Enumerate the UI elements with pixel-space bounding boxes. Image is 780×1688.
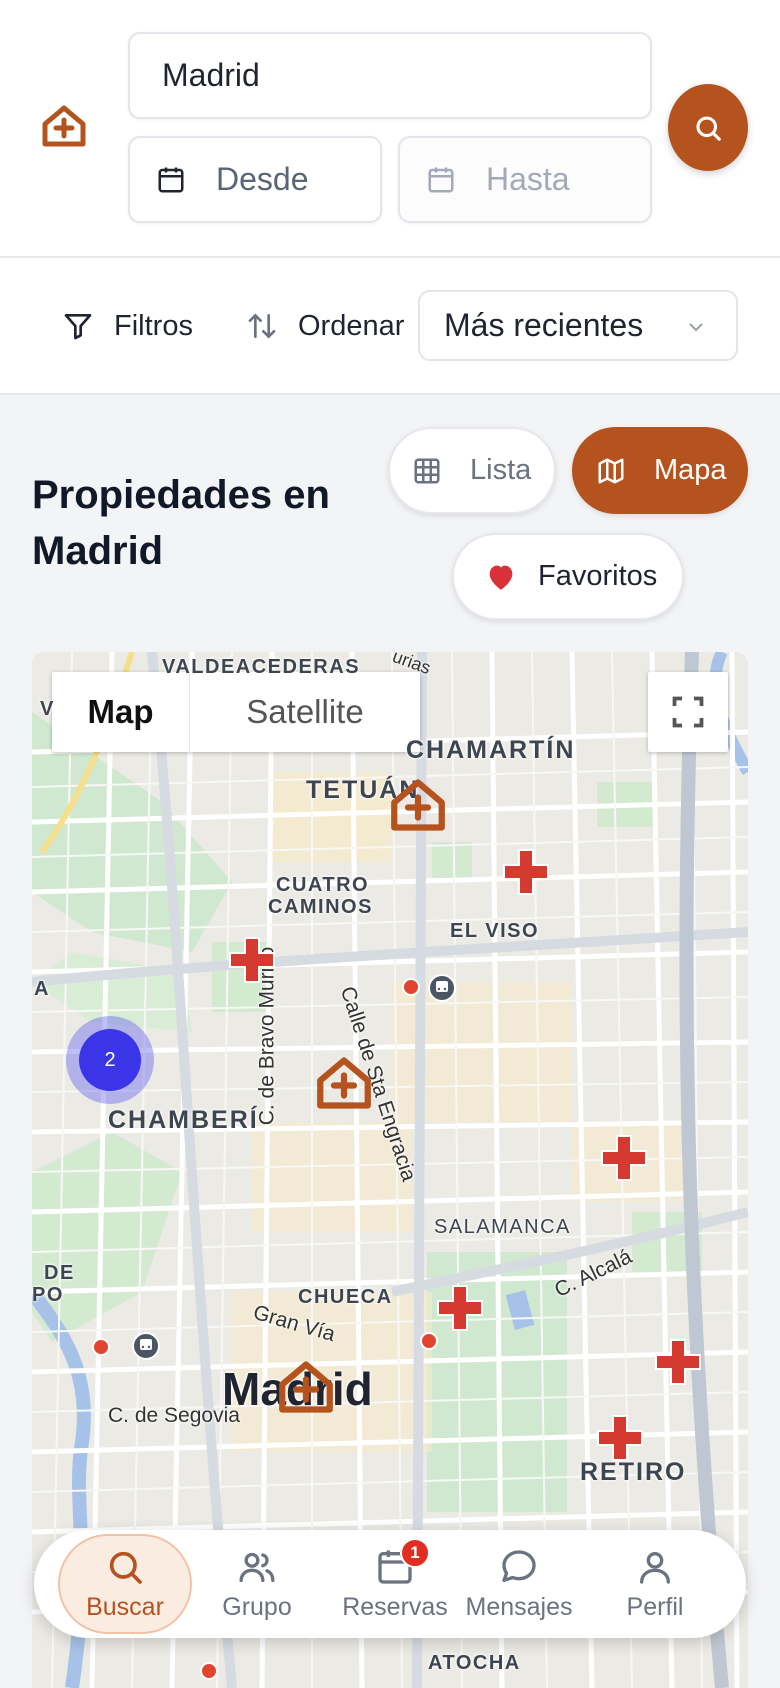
nav-buscar[interactable]: Buscar <box>58 1534 192 1634</box>
transit-stop-icon[interactable] <box>402 978 420 996</box>
calendar-icon <box>428 167 454 192</box>
district-label: ATOCHA <box>428 1652 521 1674</box>
sort-arrows-icon <box>248 313 276 339</box>
hospital-cross-icon[interactable] <box>596 1414 644 1462</box>
cluster-count: 2 <box>79 1029 141 1091</box>
search-button[interactable] <box>668 84 748 171</box>
city-search-input[interactable]: Madrid <box>128 32 652 119</box>
list-view-label: Lista <box>470 454 532 486</box>
chevron-down-icon <box>689 323 703 332</box>
district-label: CHUECA <box>298 1286 393 1308</box>
metro-station-icon[interactable] <box>428 974 456 1002</box>
property-marker-icon[interactable] <box>276 1356 336 1418</box>
city-input-value: Madrid <box>162 57 260 93</box>
district-label: RETIRO <box>580 1458 687 1486</box>
property-marker-icon[interactable] <box>388 774 448 836</box>
hospital-cross-icon[interactable] <box>600 1134 648 1182</box>
nav-label: Mensajes <box>465 1592 573 1621</box>
hospital-cross-icon[interactable] <box>436 1284 484 1332</box>
heart-icon <box>489 565 513 590</box>
map-view-toggle[interactable]: Mapa <box>572 427 748 514</box>
district-label: VALDEACEDERAS <box>162 656 361 678</box>
district-label: CHAMBERÍ <box>108 1106 259 1134</box>
grid-icon <box>414 458 440 483</box>
message-icon <box>502 1549 536 1582</box>
nav-label: Grupo <box>222 1592 292 1621</box>
map-type-satellite-button[interactable]: Satellite <box>190 672 420 752</box>
search-icon <box>696 115 721 141</box>
list-view-toggle[interactable]: Lista <box>388 427 556 514</box>
hospital-cross-icon[interactable] <box>502 848 550 896</box>
filters-button[interactable]: Filtros <box>62 302 193 350</box>
date-to-field[interactable]: Hasta <box>398 136 652 223</box>
filter-icon <box>64 314 92 340</box>
fullscreen-icon <box>672 696 704 728</box>
sort-label: Ordenar <box>298 309 405 342</box>
transit-stop-icon[interactable] <box>420 1332 438 1350</box>
nav-label: Reservas <box>342 1592 448 1621</box>
metro-station-icon[interactable] <box>132 1332 160 1360</box>
district-label: DE <box>44 1262 75 1284</box>
map-view-label: Mapa <box>654 454 727 486</box>
filter-bar: Filtros Ordenar Más recientes <box>0 258 780 395</box>
transit-stop-icon[interactable] <box>200 1662 218 1680</box>
transit-stop-icon[interactable] <box>92 1338 110 1356</box>
nav-reservas[interactable]: 1 Reservas <box>330 1530 460 1638</box>
nav-label: Buscar <box>86 1592 164 1621</box>
map-type-control: Map Satellite <box>52 672 420 752</box>
district-label: EL VISO <box>450 920 540 942</box>
street-label: C. de Segovia <box>108 1404 240 1427</box>
page-title: Propiedades en Madrid <box>32 473 330 573</box>
filters-label: Filtros <box>114 309 193 342</box>
marker-cluster[interactable]: 2 <box>66 1016 154 1104</box>
favorites-button[interactable]: Favoritos <box>452 533 684 620</box>
hospital-cross-icon[interactable] <box>654 1338 702 1386</box>
nav-grupo[interactable]: Grupo <box>192 1530 322 1638</box>
logo-house-plus-icon[interactable] <box>40 102 88 150</box>
nav-perfil[interactable]: Perfil <box>590 1530 720 1638</box>
search-icon <box>109 1551 142 1584</box>
district-label: SALAMANCA <box>434 1216 571 1238</box>
bottom-navigation: Buscar Grupo 1 Reservas Mensajes Perfil <box>34 1530 746 1638</box>
fullscreen-button[interactable] <box>648 672 728 752</box>
sort-selected-value: Más recientes <box>444 307 644 343</box>
reservations-badge: 1 <box>400 1538 430 1568</box>
date-to-placeholder: Hasta <box>486 161 570 197</box>
nav-mensajes[interactable]: Mensajes <box>454 1530 584 1638</box>
map-type-map-button[interactable]: Map <box>52 672 190 752</box>
sort-button[interactable]: Ordenar <box>246 302 404 350</box>
district-label: CHAMARTÍN <box>406 736 576 764</box>
favorites-label: Favoritos <box>538 560 658 592</box>
district-label: CUATRO <box>276 874 370 896</box>
district-label: CAMINOS <box>268 896 373 918</box>
date-from-placeholder: Desde <box>216 161 309 197</box>
sort-order-select[interactable]: Más recientes <box>418 290 738 361</box>
district-label: PO <box>32 1284 64 1306</box>
group-icon <box>239 1552 275 1582</box>
hospital-cross-icon[interactable] <box>228 936 276 984</box>
property-marker-icon[interactable] <box>314 1052 374 1114</box>
calendar-icon <box>158 167 184 192</box>
district-label: V <box>40 698 55 720</box>
nav-label: Perfil <box>626 1592 684 1621</box>
map-icon <box>598 458 624 483</box>
search-header: Madrid Desde Hasta <box>0 0 780 258</box>
district-label: A <box>34 978 50 1000</box>
user-icon <box>640 1551 670 1584</box>
date-from-field[interactable]: Desde <box>128 136 382 223</box>
